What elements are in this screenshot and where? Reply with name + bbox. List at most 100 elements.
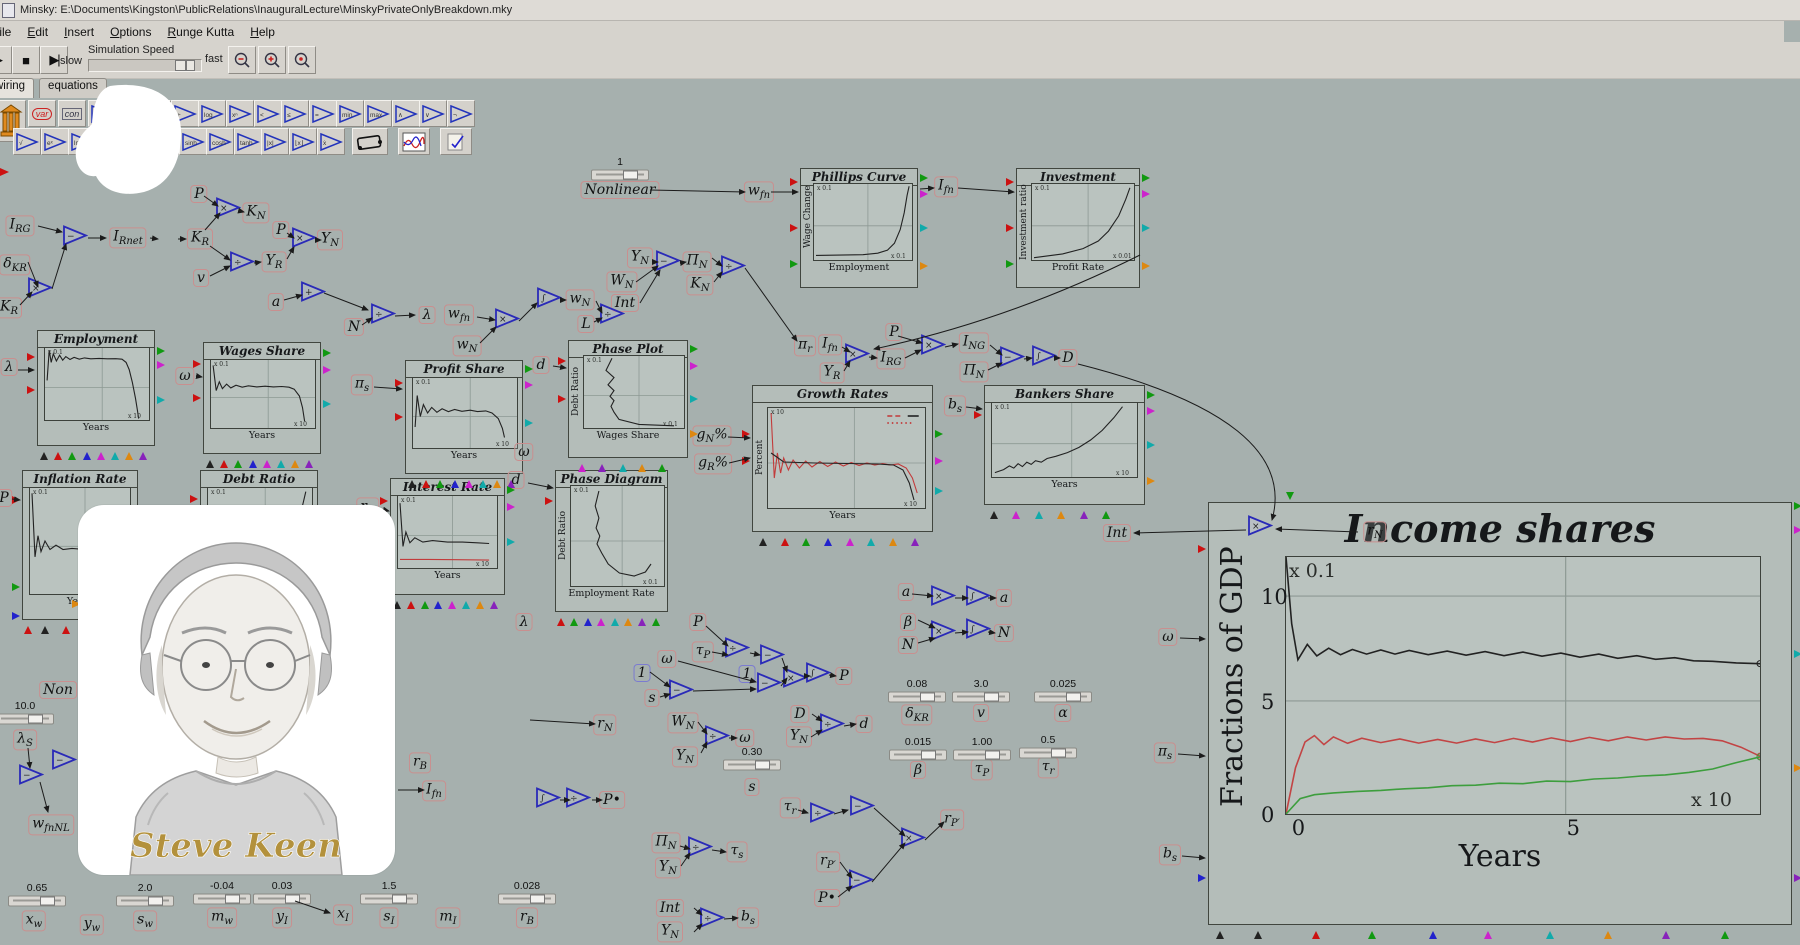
port-arrow-green[interactable] — [234, 456, 242, 468]
variable-λ[interactable]: λ — [419, 306, 436, 324]
fn-button-tanh[interactable]: tanh — [234, 128, 262, 155]
variable-I_RG[interactable]: IRG — [5, 215, 34, 236]
port-arrow-orange[interactable] — [291, 456, 299, 468]
port-arrow-red[interactable] — [1006, 224, 1018, 232]
port-arrow-purple[interactable] — [1794, 874, 1800, 882]
fn-button-√[interactable]: √ — [13, 128, 41, 155]
variable-y_I[interactable]: yI — [272, 907, 292, 928]
operator-×[interactable]: × — [900, 827, 926, 854]
port-arrow-red[interactable] — [220, 456, 228, 468]
variable-W_N[interactable]: WN — [606, 271, 637, 292]
variable-w_N[interactable]: wN — [566, 289, 595, 310]
menu-file[interactable]: File — [0, 23, 19, 41]
variable-Y_N[interactable]: YN — [655, 857, 681, 878]
port-arrow-magenta[interactable] — [1147, 407, 1159, 415]
variable-ω[interactable]: ω — [735, 729, 754, 747]
port-arrow-orange[interactable] — [638, 460, 646, 472]
port-arrow-red[interactable] — [193, 360, 205, 368]
port-arrow-purple[interactable] — [598, 460, 606, 472]
port-arrow-green[interactable] — [436, 476, 444, 488]
variable-s_w[interactable]: sw — [133, 910, 157, 931]
slider-0.08[interactable] — [888, 692, 946, 703]
port-arrow-red[interactable] — [558, 357, 570, 365]
variable-Y_N[interactable]: YN — [627, 247, 653, 268]
port-arrow-orange[interactable] — [920, 262, 932, 270]
variable-v[interactable]: v — [193, 269, 209, 287]
port-arrow-magenta[interactable] — [1012, 507, 1020, 519]
menu-help[interactable]: Help — [242, 23, 283, 41]
port-arrow-green[interactable] — [12, 583, 24, 591]
variable-b_s[interactable]: bs — [737, 907, 759, 928]
variable-s[interactable]: s — [744, 778, 759, 796]
port-arrow-orange[interactable] — [1794, 764, 1800, 772]
port-arrow-magenta[interactable] — [157, 361, 169, 369]
variable-τ_r[interactable]: τr — [780, 797, 801, 818]
port-arrow-magenta[interactable] — [597, 614, 605, 626]
variable-P[interactable]: P — [0, 489, 13, 507]
port-arrow-blue[interactable] — [434, 597, 442, 609]
operator-∫[interactable]: ∫ — [536, 287, 562, 314]
port-arrow-red[interactable] — [557, 614, 565, 626]
op-button-log[interactable]: log — [198, 100, 226, 127]
tab-equations[interactable]: equations — [39, 78, 107, 98]
port-arrow-green[interactable] — [652, 614, 660, 626]
op-button-<[interactable]: < — [254, 100, 282, 127]
variable-Y_N[interactable]: YN — [672, 746, 698, 767]
port-arrow-blue[interactable] — [249, 456, 257, 468]
port-arrow-green[interactable] — [1286, 492, 1294, 504]
operator-÷[interactable]: ÷ — [809, 802, 835, 829]
operator-∫[interactable]: ∫ — [1031, 345, 1057, 372]
variable-w_fn[interactable]: wfn — [744, 181, 774, 202]
variable-P[interactable]: P — [689, 613, 706, 631]
group-button[interactable] — [352, 128, 388, 155]
port-arrow-red[interactable] — [380, 497, 392, 505]
op-button-xⁿ[interactable]: xⁿ — [226, 100, 254, 127]
port-arrow-cyan[interactable] — [277, 456, 285, 468]
port-arrow-purple[interactable] — [305, 456, 313, 468]
port-arrow-blue[interactable] — [584, 614, 592, 626]
port-arrow-red[interactable] — [193, 394, 205, 402]
variable-b_s[interactable]: bs — [944, 395, 966, 416]
port-arrow-magenta[interactable] — [846, 534, 854, 546]
slider-0.028[interactable] — [498, 894, 556, 905]
op-button-÷[interactable]: ÷ — [171, 100, 199, 127]
port-arrow-cyan[interactable] — [462, 597, 470, 609]
port-arrow-purple[interactable] — [1662, 927, 1670, 939]
op-button-≤[interactable]: ≤ — [281, 100, 309, 127]
plot-phase-diagram[interactable]: Phase Diagramx 0.1x 0.1Debt RatioEmploym… — [555, 470, 668, 612]
operator-÷[interactable]: ÷ — [819, 713, 845, 740]
port-arrow-green[interactable] — [570, 614, 578, 626]
port-arrow-black[interactable] — [759, 534, 767, 546]
variable-Int[interactable]: Int — [1103, 524, 1131, 542]
variable-Π_N[interactable]: ΠN — [652, 832, 681, 853]
port-arrow-orange[interactable] — [493, 476, 501, 488]
variable-P[interactable]: P — [272, 221, 289, 239]
port-arrow-cyan[interactable] — [611, 614, 619, 626]
fn-button-|x|[interactable]: |x| — [261, 128, 289, 155]
port-arrow-cyan[interactable] — [920, 224, 932, 232]
port-arrow-green[interactable] — [157, 347, 169, 355]
port-arrow-orange[interactable] — [690, 430, 702, 438]
operator-÷[interactable]: ÷ — [724, 637, 750, 664]
plot-growth-rates[interactable]: Growth Ratesx 10x 10PercentYears — [752, 385, 933, 532]
operator-∫[interactable]: ∫ — [965, 585, 991, 612]
port-arrow-red[interactable] — [742, 430, 754, 438]
variable-I_fn[interactable]: Ifn — [422, 780, 446, 801]
op-button-=[interactable]: = — [309, 100, 337, 127]
plot-income-shares[interactable]: Income sharesx 0.1x 10105005Fractions of… — [1208, 502, 1792, 925]
variable-I_fn[interactable]: Ifn — [818, 334, 842, 355]
port-arrow-cyan[interactable] — [157, 396, 169, 404]
operator-×[interactable]: × — [930, 620, 956, 647]
variable-D[interactable]: D — [1058, 349, 1077, 367]
variable-ω[interactable]: ω — [175, 367, 194, 385]
port-arrow-black[interactable] — [40, 448, 48, 460]
operator-×[interactable]: × — [1247, 515, 1273, 542]
slider-0.5[interactable] — [1019, 748, 1077, 759]
variable-δ_KR[interactable]: δKR — [0, 254, 31, 275]
variable-a[interactable]: a — [268, 293, 284, 311]
variable-Y_N[interactable]: YN — [657, 921, 683, 942]
port-arrow-black[interactable] — [1254, 927, 1262, 939]
port-arrow-red[interactable] — [974, 411, 986, 419]
port-arrow-orange[interactable] — [889, 534, 897, 546]
operator-+[interactable]: + — [300, 281, 326, 308]
